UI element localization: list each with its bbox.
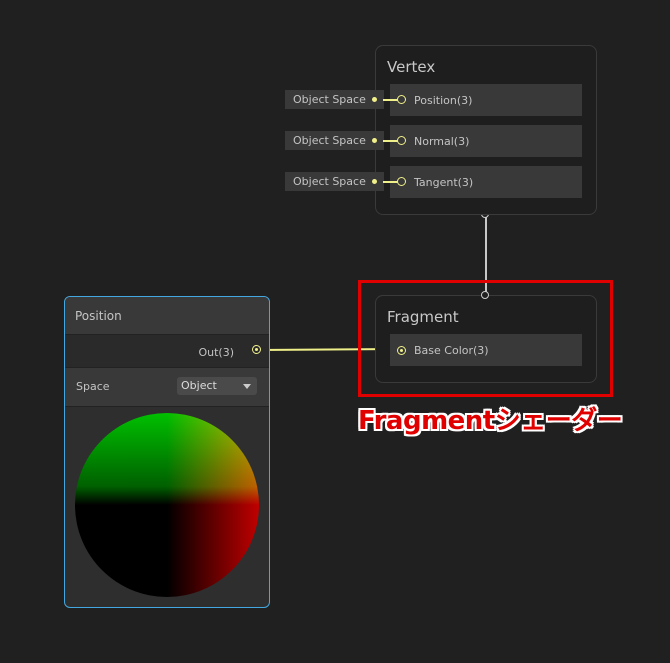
position-node[interactable]: Position Out(3) Space Object	[64, 296, 270, 608]
position-node-header: Position	[65, 297, 269, 335]
position-space-input[interactable]: Object Space	[285, 90, 384, 109]
out-port[interactable]	[252, 345, 261, 354]
tag-port[interactable]	[372, 138, 377, 143]
tag-label: Object Space	[293, 134, 366, 147]
space-dropdown[interactable]: Object	[177, 377, 257, 395]
vertex-slot-position[interactable]: Position(3)	[390, 84, 582, 116]
tag-port[interactable]	[372, 179, 377, 184]
position-output-row: Out(3)	[65, 335, 269, 368]
normal-space-input[interactable]: Object Space	[285, 131, 384, 150]
tag-label: Object Space	[293, 175, 366, 188]
tag-label: Object Space	[293, 93, 366, 106]
vertex-node-title: Vertex	[387, 58, 436, 76]
tangent-space-input[interactable]: Object Space	[285, 172, 384, 191]
preview-sphere	[75, 413, 259, 597]
position-in-port[interactable]	[397, 95, 406, 104]
chevron-down-icon	[243, 384, 251, 389]
normal-in-port[interactable]	[397, 136, 406, 145]
slot-label: Position(3)	[414, 94, 473, 107]
vertex-slot-normal[interactable]: Normal(3)	[390, 125, 582, 157]
vertex-slot-tangent[interactable]: Tangent(3)	[390, 166, 582, 198]
slot-label: Normal(3)	[414, 135, 470, 148]
space-row: Space Object	[65, 368, 269, 407]
base-color-in-port[interactable]	[397, 346, 406, 355]
vertex-node[interactable]: Vertex Position(3) Normal(3) Tangent(3)	[375, 45, 597, 215]
space-dropdown-value: Object	[181, 379, 217, 392]
fragment-in-port[interactable]	[481, 291, 489, 299]
position-node-title: Position	[75, 309, 122, 323]
tag-port[interactable]	[372, 97, 377, 102]
tangent-in-port[interactable]	[397, 177, 406, 186]
space-label: Space	[76, 380, 110, 393]
annotation-label: Fragmentシェーダー	[358, 406, 623, 436]
out-label: Out(3)	[198, 346, 234, 359]
slot-label: Tangent(3)	[414, 176, 474, 189]
